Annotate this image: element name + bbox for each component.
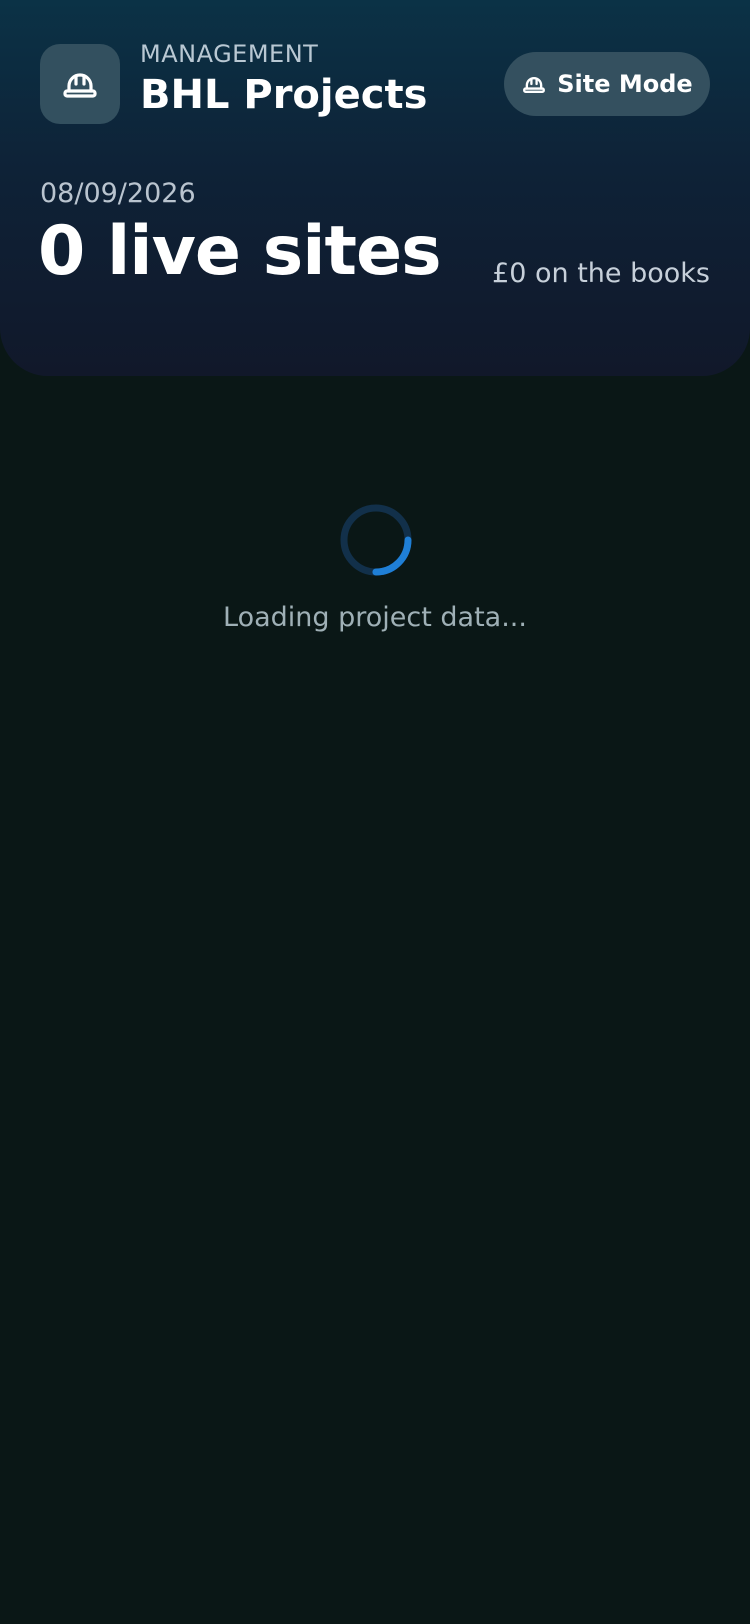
hard-hat-icon — [63, 73, 97, 98]
loading-message: Loading project data... — [223, 602, 527, 633]
dashboard-header: MANAGEMENT BHL Projects Site Mode 08/09/… — [0, 0, 750, 376]
site-mode-label: Site Mode — [557, 70, 693, 98]
section-kicker: MANAGEMENT — [140, 40, 319, 68]
site-mode-button[interactable]: Site Mode — [504, 52, 710, 116]
books-total: £0 on the books — [492, 258, 710, 289]
app-logo — [40, 44, 120, 124]
live-sites-count: 0 live sites — [38, 212, 442, 291]
app-screen: MANAGEMENT BHL Projects Site Mode 08/09/… — [0, 0, 750, 1624]
current-date: 08/09/2026 — [40, 178, 196, 209]
hard-hat-icon — [523, 77, 546, 93]
app-title: BHL Projects — [140, 72, 428, 118]
loading-spinner — [340, 504, 412, 576]
